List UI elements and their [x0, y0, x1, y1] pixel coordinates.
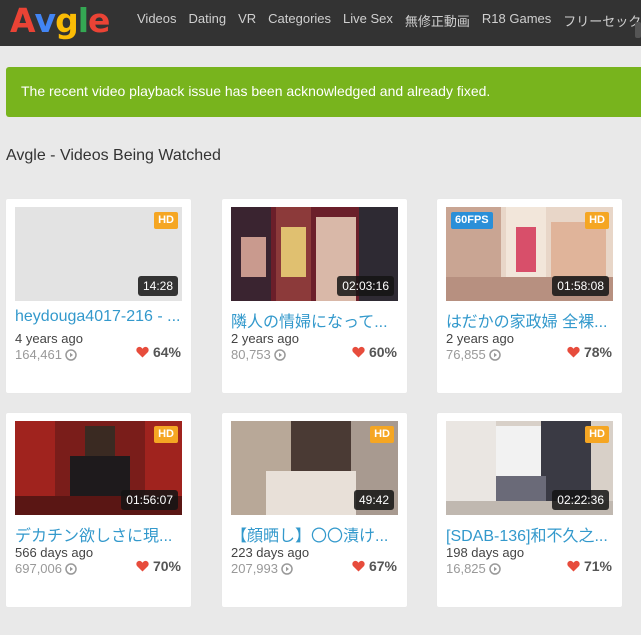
video-age: 4 years ago: [15, 331, 83, 346]
fps-badge: 60FPS: [451, 212, 493, 229]
logo-letter: e: [88, 1, 110, 40]
view-count: 207,993: [231, 561, 293, 576]
duration-label: 14:28: [137, 276, 178, 296]
rating-value: 71%: [583, 558, 612, 574]
video-thumbnail[interactable]: 60FPS HD 01:58:08: [446, 207, 613, 301]
logo-letter: v: [34, 1, 56, 40]
top-navbar: Avgle Videos Dating VR Categories Live S…: [0, 0, 641, 46]
alert-text: The recent video playback issue has been…: [21, 83, 491, 99]
nav-videos[interactable]: Videos: [137, 11, 177, 30]
heart-icon: [567, 346, 580, 358]
video-card[interactable]: 60FPS HD 01:58:08 はだかの家政婦 全裸... 2 years …: [437, 199, 622, 393]
main-nav: Videos Dating VR Categories Live Sex 無修正…: [137, 11, 641, 30]
play-circle-icon: [281, 562, 293, 575]
nav-dating[interactable]: Dating: [189, 11, 227, 30]
video-age: 198 days ago: [446, 545, 525, 560]
view-count-value: 164,461: [15, 347, 62, 362]
logo-letter: A: [10, 1, 36, 40]
nav-categories[interactable]: Categories: [268, 11, 331, 30]
play-circle-icon: [274, 348, 286, 361]
logo-letter: g: [55, 1, 79, 40]
heart-icon: [352, 560, 365, 572]
heart-icon: [567, 560, 580, 572]
nav-free-sex[interactable]: フリーセックス: [563, 11, 641, 30]
section-title: Avgle - Videos Being Watched: [6, 147, 221, 164]
duration-label: 02:03:16: [337, 276, 394, 296]
rating-value: 67%: [368, 558, 397, 574]
nav-vr[interactable]: VR: [238, 11, 256, 30]
video-title[interactable]: デカチン欲しさに現...: [15, 522, 185, 546]
rating: 78%: [567, 344, 612, 360]
video-title[interactable]: 隣人の情婦になって...: [231, 308, 401, 332]
video-title[interactable]: heydouga4017-216 - ...: [15, 308, 185, 326]
video-age: 2 years ago: [231, 331, 299, 346]
video-card[interactable]: HD 01:56:07 デカチン欲しさに現... 566 days ago 69…: [6, 413, 191, 607]
avgle-logo[interactable]: Avgle: [10, 1, 110, 40]
video-card[interactable]: HD 02:22:36 [SDAB-136]和不久之... 198 days a…: [437, 413, 622, 607]
hd-badge: HD: [370, 426, 394, 443]
view-count: 697,006: [15, 561, 77, 576]
rating: 67%: [352, 558, 397, 574]
video-title[interactable]: 【顔晒し】〇〇漬け...: [231, 522, 401, 546]
video-thumbnail[interactable]: HD 49:42: [231, 421, 398, 515]
nav-uncensored[interactable]: 無修正動画: [405, 11, 470, 30]
heart-icon: [136, 346, 149, 358]
play-circle-icon: [65, 348, 77, 361]
video-title[interactable]: はだかの家政婦 全裸...: [446, 308, 616, 332]
video-age: 566 days ago: [15, 545, 94, 560]
nav-live-sex[interactable]: Live Sex: [343, 11, 393, 30]
hd-badge: HD: [154, 212, 178, 229]
view-count: 164,461: [15, 347, 77, 362]
heart-icon: [352, 346, 365, 358]
duration-label: 49:42: [353, 490, 394, 510]
video-thumbnail[interactable]: HD 02:22:36: [446, 421, 613, 515]
video-age: 2 years ago: [446, 331, 514, 346]
rating: 70%: [136, 558, 181, 574]
view-count-value: 76,855: [446, 347, 486, 362]
view-count-value: 207,993: [231, 561, 278, 576]
video-age: 223 days ago: [231, 545, 310, 560]
video-card[interactable]: HD 49:42 【顔晒し】〇〇漬け... 223 days ago 207,9…: [222, 413, 407, 607]
notice-alert: The recent video playback issue has been…: [6, 67, 641, 117]
rating-value: 60%: [368, 344, 397, 360]
view-count: 80,753: [231, 347, 286, 362]
play-circle-icon: [489, 348, 501, 361]
hd-badge: HD: [154, 426, 178, 443]
video-thumbnail[interactable]: HD 01:56:07: [15, 421, 182, 515]
duration-label: 02:22:36: [552, 490, 609, 510]
hd-badge: HD: [585, 212, 609, 229]
rating-value: 64%: [152, 344, 181, 360]
logo-letter: l: [77, 1, 89, 40]
video-thumbnail[interactable]: HD 14:28: [15, 207, 182, 301]
duration-label: 01:56:07: [121, 490, 178, 510]
view-count: 16,825: [446, 561, 501, 576]
nav-scroll-handle[interactable]: [635, 22, 641, 38]
rating: 71%: [567, 558, 612, 574]
rating: 64%: [136, 344, 181, 360]
rating: 60%: [352, 344, 397, 360]
play-circle-icon: [489, 562, 501, 575]
nav-r18-games[interactable]: R18 Games: [482, 11, 551, 30]
view-count-value: 16,825: [446, 561, 486, 576]
video-thumbnail[interactable]: 02:03:16: [231, 207, 398, 301]
video-card[interactable]: HD 14:28 heydouga4017-216 - ... 4 years …: [6, 199, 191, 393]
view-count: 76,855: [446, 347, 501, 362]
rating-value: 78%: [583, 344, 612, 360]
heart-icon: [136, 560, 149, 572]
video-title[interactable]: [SDAB-136]和不久之...: [446, 522, 616, 546]
view-count-value: 697,006: [15, 561, 62, 576]
video-card[interactable]: 02:03:16 隣人の情婦になって... 2 years ago 80,753…: [222, 199, 407, 393]
duration-label: 01:58:08: [552, 276, 609, 296]
view-count-value: 80,753: [231, 347, 271, 362]
hd-badge: HD: [585, 426, 609, 443]
play-circle-icon: [65, 562, 77, 575]
rating-value: 70%: [152, 558, 181, 574]
